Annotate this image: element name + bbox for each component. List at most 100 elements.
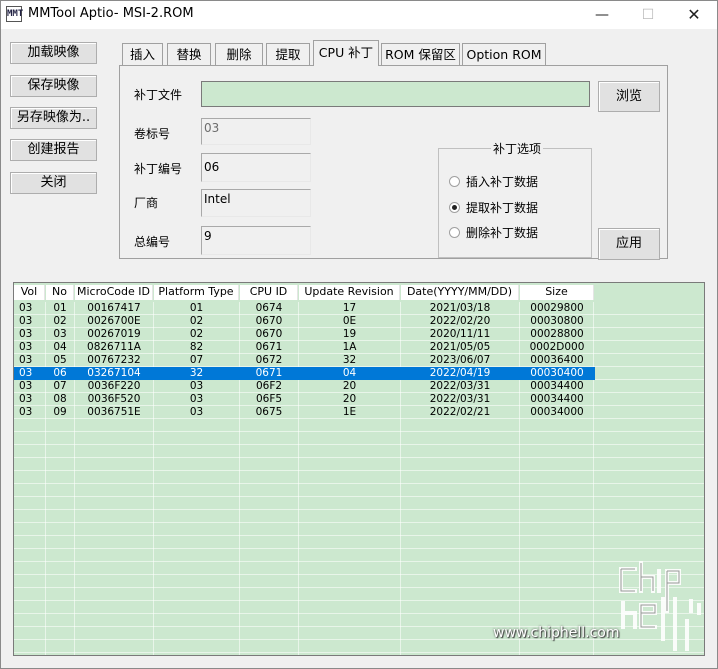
minimize-button[interactable]: — xyxy=(579,1,625,29)
patch-file-input[interactable] xyxy=(201,81,590,107)
grid-line xyxy=(14,574,704,575)
tab-rom-reserve[interactable]: ROM 保留区 xyxy=(381,43,460,65)
table-cell: 2023/06/07 xyxy=(429,354,491,366)
table-cell: 02 xyxy=(189,315,204,327)
table-cell: 01 xyxy=(53,302,67,314)
table-cell: 00036400 xyxy=(530,354,584,366)
browse-button[interactable]: 浏览 xyxy=(598,81,660,112)
table-cell: 2021/03/18 xyxy=(429,302,491,314)
table-cell: 03 xyxy=(19,380,33,392)
table-cell: 1A xyxy=(342,341,357,353)
save-image-button[interactable]: 保存映像 xyxy=(10,75,97,97)
table-cell: 2021/05/05 xyxy=(429,341,491,353)
table-cell: 00030800 xyxy=(530,315,584,327)
table-cell: 03 xyxy=(19,354,33,366)
table-cell: 07 xyxy=(53,380,67,392)
table-cell: 04 xyxy=(53,341,67,353)
vendor-field: Intel xyxy=(201,189,311,217)
radio-button-icon[interactable] xyxy=(449,176,460,187)
radio-extract-patch[interactable]: 提取补丁数据 xyxy=(449,199,538,216)
column-header[interactable]: Vol xyxy=(14,285,45,300)
maximize-button[interactable]: ☐ xyxy=(625,1,671,29)
column-header[interactable]: Platform Type xyxy=(154,285,239,300)
grid-line xyxy=(14,600,704,601)
table-cell: 1E xyxy=(342,406,357,418)
app-icon: MMT xyxy=(6,6,23,22)
table-cell: 03 xyxy=(189,380,204,392)
table-cell: 06F5 xyxy=(255,393,283,405)
patch-number-label: 补丁编号 xyxy=(134,162,183,176)
vendor-label: 厂商 xyxy=(134,196,159,210)
microcode-table[interactable]: Vol No MicroCode ID Platform Type CPU ID Upda… xyxy=(13,282,705,656)
load-image-button[interactable]: 加载映像 xyxy=(10,42,97,64)
table-row[interactable]: 03 06 03267104 32 0671 04 2022/04/19 00030400 xyxy=(14,367,595,380)
column-header[interactable]: Size xyxy=(520,285,594,300)
table-cell: 00028800 xyxy=(530,328,584,340)
table-cell: 0671 xyxy=(255,367,283,379)
table-cell: 00767232 xyxy=(87,354,141,366)
table-cell: 0675 xyxy=(255,406,283,418)
table-cell: 03 xyxy=(189,393,204,405)
save-image-as-button[interactable]: 另存映像为.. xyxy=(10,107,97,129)
table-cell: 2022/02/20 xyxy=(429,315,491,327)
table-cell: 0670 xyxy=(255,315,283,327)
column-header[interactable]: MicroCode ID xyxy=(75,285,153,300)
column-header[interactable]: No xyxy=(46,285,74,300)
table-cell: 00034400 xyxy=(530,393,584,405)
column-header[interactable]: Update Revision xyxy=(299,285,400,300)
table-cell: 09 xyxy=(53,406,67,418)
table-row[interactable]: 03 08 0036F520 03 06F5 20 2022/03/31 00034400 xyxy=(14,393,595,406)
patch-file-label: 补丁文件 xyxy=(134,88,183,102)
patch-options-title: 补丁选项 xyxy=(491,140,544,157)
tab-extract[interactable]: 提取 xyxy=(266,43,310,65)
table-cell: 02 xyxy=(53,315,67,327)
grid-line xyxy=(14,561,704,562)
table-cell: 03267104 xyxy=(87,367,141,379)
table-cell: 0002D000 xyxy=(529,341,585,353)
table-row[interactable]: 03 05 00767232 07 0672 32 2023/06/07 00036400 xyxy=(14,354,595,367)
tab-cpu-patch[interactable]: CPU 补丁 xyxy=(313,40,379,66)
radio-button-checked-icon[interactable] xyxy=(449,202,460,213)
apply-button[interactable]: 应用 xyxy=(598,228,660,260)
tab-option-rom[interactable]: Option ROM xyxy=(462,43,546,65)
close-file-button[interactable]: 关闭 xyxy=(10,172,97,194)
create-report-button[interactable]: 创建报告 xyxy=(10,139,97,161)
radio-insert-patch[interactable]: 插入补丁数据 xyxy=(449,173,538,190)
table-row[interactable]: 03 04 0826711A 82 0671 1A 2021/05/05 0002D000 xyxy=(14,341,595,354)
column-header[interactable]: Date(YYYY/MM/DD) xyxy=(401,285,519,300)
table-cell: 0671 xyxy=(255,341,283,353)
table-cell: 19 xyxy=(342,328,357,340)
close-window-button[interactable]: ✕ xyxy=(671,1,717,29)
grid-line xyxy=(14,652,704,653)
tab-delete[interactable]: 删除 xyxy=(215,43,263,65)
radio-delete-patch[interactable]: 删除补丁数据 xyxy=(449,224,538,241)
table-row[interactable]: 03 09 0036751E 03 0675 1E 2022/02/21 00034000 xyxy=(14,406,595,419)
grid-line xyxy=(14,444,704,445)
title-bar[interactable]: MMT MMTool Aptio- MSI-2.ROM — ☐ ✕ xyxy=(1,1,717,29)
table-row[interactable]: 03 07 0036F220 03 06F2 20 2022/03/31 00034400 xyxy=(14,380,595,393)
table-row[interactable]: 03 02 0026700E 02 0670 0E 2022/02/20 00030800 xyxy=(14,315,595,328)
table-cell: 03 xyxy=(19,406,33,418)
watermark-url: www.chiphell.com xyxy=(493,625,620,641)
grid-line xyxy=(14,535,704,536)
grid-line xyxy=(14,613,704,614)
volume-label: 卷标号 xyxy=(134,127,171,141)
total-label: 总编号 xyxy=(134,235,171,249)
radio-insert-label: 插入补丁数据 xyxy=(466,175,539,189)
radio-extract-label: 提取补丁数据 xyxy=(466,201,539,215)
table-cell: 0036751E xyxy=(87,406,141,418)
table-cell: 32 xyxy=(189,367,204,379)
table-cell: 03 xyxy=(189,406,204,418)
radio-button-icon[interactable] xyxy=(449,227,460,238)
tab-replace[interactable]: 替换 xyxy=(167,43,211,65)
table-cell: 00029800 xyxy=(530,302,584,314)
table-row[interactable]: 03 03 00267019 02 0670 19 2020/11/11 00028800 xyxy=(14,328,595,341)
table-row[interactable]: 03 01 00167417 01 0674 17 2021/03/18 00029800 xyxy=(14,302,595,315)
tab-insert[interactable]: 插入 xyxy=(122,43,163,65)
table-cell: 03 xyxy=(19,393,33,405)
table-cell: 03 xyxy=(19,341,33,353)
table-cell: 00034400 xyxy=(530,380,584,392)
column-header[interactable]: CPU ID xyxy=(240,285,298,300)
table-cell: 03 xyxy=(19,328,33,340)
table-cell: 03 xyxy=(19,315,33,327)
